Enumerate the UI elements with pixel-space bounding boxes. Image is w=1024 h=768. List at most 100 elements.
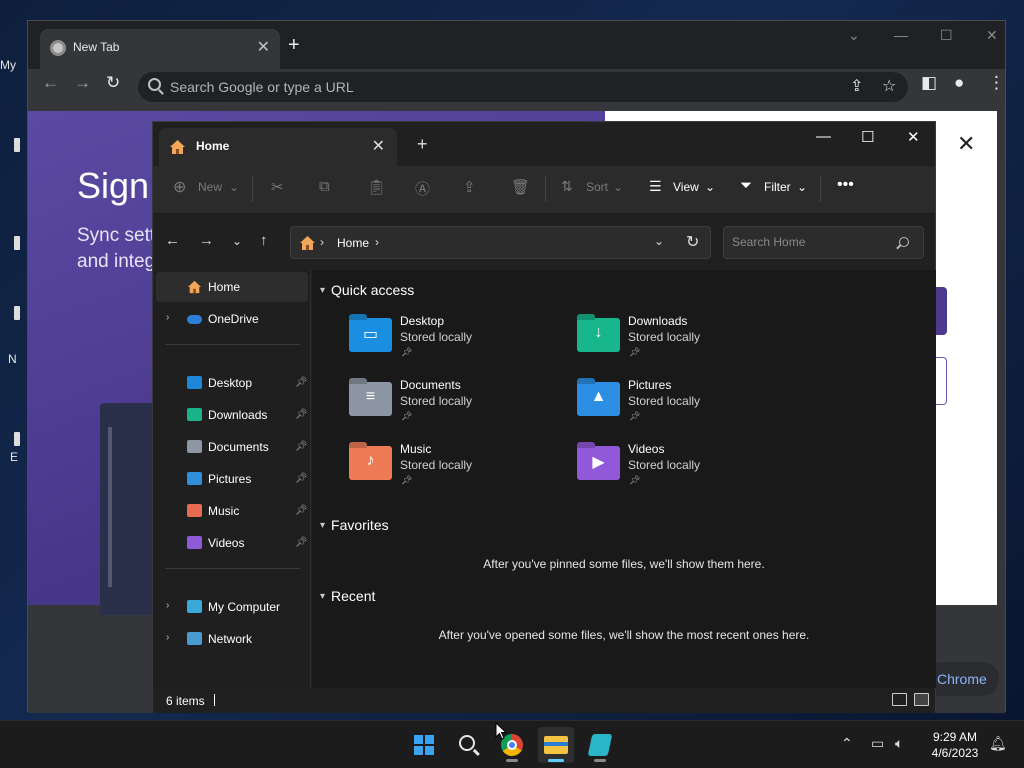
chrome-menu-icon[interactable]: ⋮: [988, 73, 1005, 93]
expand-chevron-icon[interactable]: ›: [166, 632, 169, 643]
details-view-icon[interactable]: [892, 693, 907, 706]
new-plus-icon: ⊕: [173, 179, 187, 196]
search-button[interactable]: [450, 727, 486, 763]
minimize-icon[interactable]: —: [816, 128, 831, 145]
tiles-view-icon[interactable]: [914, 693, 929, 706]
recent-header[interactable]: ▾ Recent: [320, 588, 375, 604]
reload-icon[interactable]: ↻: [106, 73, 120, 93]
up-arrow-icon[interactable]: ↑: [260, 232, 268, 249]
taskbar-app[interactable]: [582, 727, 618, 763]
recent-locations-chevron-icon[interactable]: ⌄: [232, 234, 242, 248]
chrome-tab-new-tab[interactable]: New Tab ✕: [40, 29, 280, 69]
navigation-pane: Home › OneDrive Desktop 📌︎ Downloads 📌︎ Docu…: [153, 270, 311, 688]
explorer-tab-title: Home: [196, 139, 230, 153]
more-options-icon[interactable]: •••: [837, 176, 854, 194]
close-window-icon[interactable]: ✕: [907, 128, 920, 146]
quick-access-item[interactable]: ▶ Videos Stored locally 📌︎: [577, 442, 797, 498]
quick-access-item[interactable]: ♪ Music Stored locally 📌︎: [349, 442, 569, 498]
forward-arrow-icon[interactable]: →: [74, 73, 91, 93]
running-indicator: [506, 759, 518, 762]
expand-chevron-icon[interactable]: ›: [166, 312, 169, 323]
omnibox[interactable]: ⇪ ☆: [138, 72, 908, 102]
expand-chevron-icon[interactable]: ›: [166, 600, 169, 611]
sort-button[interactable]: Sort: [586, 180, 608, 194]
clock[interactable]: 9:29 AM 4/6/2023: [924, 729, 986, 761]
new-button[interactable]: New: [198, 180, 222, 194]
minimize-icon[interactable]: —: [894, 27, 908, 43]
view-button[interactable]: View: [673, 180, 699, 194]
rename-icon[interactable]: Ⓐ: [415, 178, 430, 199]
nav-item-music[interactable]: Music 📌︎: [156, 496, 308, 526]
close-dialog-icon[interactable]: ✕: [957, 131, 975, 157]
collapse-chevron-icon[interactable]: ▾: [320, 285, 325, 296]
share-icon[interactable]: ⇪: [850, 76, 863, 96]
nav-item-my-computer[interactable]: › My Computer: [156, 592, 308, 622]
notifications-icon[interactable]: 🔔︎: [989, 735, 1007, 752]
favorites-header[interactable]: ▾ Favorites: [320, 517, 389, 533]
new-tab-plus-icon[interactable]: +: [288, 34, 300, 57]
quick-access-item[interactable]: ≡ Documents Stored locally 📌︎: [349, 378, 569, 434]
forward-arrow-icon[interactable]: →: [199, 232, 214, 249]
search-input[interactable]: [732, 235, 892, 249]
filter-icon: ⏷: [740, 177, 753, 194]
nav-item-home[interactable]: Home: [156, 272, 308, 302]
nav-item-network[interactable]: › Network: [156, 624, 308, 654]
nav-item-desktop[interactable]: Desktop 📌︎: [156, 368, 308, 398]
folder-status: Stored locally: [628, 458, 701, 472]
nav-separator: [165, 568, 300, 569]
omnibox-input[interactable]: [170, 77, 810, 97]
tab-search-chevron-icon[interactable]: ⌄: [848, 27, 860, 44]
back-arrow-icon[interactable]: ←: [165, 232, 180, 249]
copy-icon[interactable]: ⧉: [319, 178, 330, 195]
volume-icon[interactable]: 🔈︎: [895, 735, 903, 752]
cut-icon[interactable]: ✂: [271, 178, 284, 196]
nav-item-videos[interactable]: Videos 📌︎: [156, 528, 308, 558]
delete-icon[interactable]: 🗑︎: [511, 178, 530, 196]
side-panel-icon[interactable]: ◧: [921, 73, 937, 93]
quick-access-item[interactable]: ↓ Downloads Stored locally 📌︎: [577, 314, 797, 370]
nav-item-label: Music: [208, 504, 240, 518]
taskbar: ⌃ ▭ 🔈︎ 9:29 AM 4/6/2023 🔔︎: [0, 720, 1024, 768]
bookmark-star-icon[interactable]: ☆: [882, 76, 896, 96]
nav-separator: [165, 344, 300, 345]
filter-button[interactable]: Filter: [764, 180, 791, 194]
refresh-icon[interactable]: ↻: [686, 232, 699, 252]
close-window-icon[interactable]: ✕: [986, 27, 998, 44]
collapse-chevron-icon[interactable]: ▾: [320, 591, 325, 602]
start-button[interactable]: [406, 727, 442, 763]
breadcrumb-home[interactable]: Home: [337, 236, 369, 250]
quick-access-header[interactable]: ▾ Quick access: [320, 282, 414, 298]
nav-item-pictures[interactable]: Pictures 📌︎: [156, 464, 308, 494]
address-history-chevron-icon[interactable]: ⌄: [654, 234, 664, 248]
back-arrow-icon[interactable]: ←: [42, 73, 59, 93]
explorer-tab-home[interactable]: Home ✕: [159, 128, 397, 166]
taskbar-file-explorer[interactable]: [538, 727, 574, 763]
maximize-icon[interactable]: ☐: [940, 27, 953, 44]
pin-icon: 📌︎: [295, 377, 308, 388]
desktop-icon-label[interactable]: My: [0, 58, 24, 72]
breadcrumb-chevron-icon[interactable]: ›: [320, 235, 324, 249]
paste-icon[interactable]: 📋︎: [367, 178, 386, 196]
pictures-icon: [187, 472, 202, 485]
desktop-shortcut-icon[interactable]: [14, 306, 20, 320]
show-hidden-icons-chevron-icon[interactable]: ⌃: [841, 735, 853, 752]
quick-access-item[interactable]: ▭ Desktop Stored locally 📌︎: [349, 314, 569, 370]
close-tab-icon[interactable]: ✕: [372, 136, 385, 156]
share-icon[interactable]: ⇪: [463, 178, 476, 196]
close-tab-icon[interactable]: ✕: [257, 37, 270, 57]
desktop-shortcut-icon[interactable]: [14, 432, 20, 446]
collapse-chevron-icon[interactable]: ▾: [320, 520, 325, 531]
breadcrumb-chevron-icon[interactable]: ›: [375, 235, 379, 249]
nav-item-onedrive[interactable]: › OneDrive: [156, 304, 308, 334]
network-tray-icon[interactable]: ▭: [871, 735, 884, 752]
desktop-shortcut-icon[interactable]: [14, 138, 20, 152]
new-tab-plus-icon[interactable]: +: [417, 134, 428, 155]
nav-item-downloads[interactable]: Downloads 📌︎: [156, 400, 308, 430]
nav-item-documents[interactable]: Documents 📌︎: [156, 432, 308, 462]
desktop-shortcut-icon[interactable]: [14, 236, 20, 250]
profile-icon[interactable]: ●: [954, 73, 964, 93]
address-bar[interactable]: › Home › ⌄ ↻: [290, 226, 711, 259]
quick-access-item[interactable]: ▲ Pictures Stored locally 📌︎: [577, 378, 797, 434]
maximize-icon[interactable]: ☐: [861, 128, 874, 146]
search-box[interactable]: [723, 226, 924, 259]
